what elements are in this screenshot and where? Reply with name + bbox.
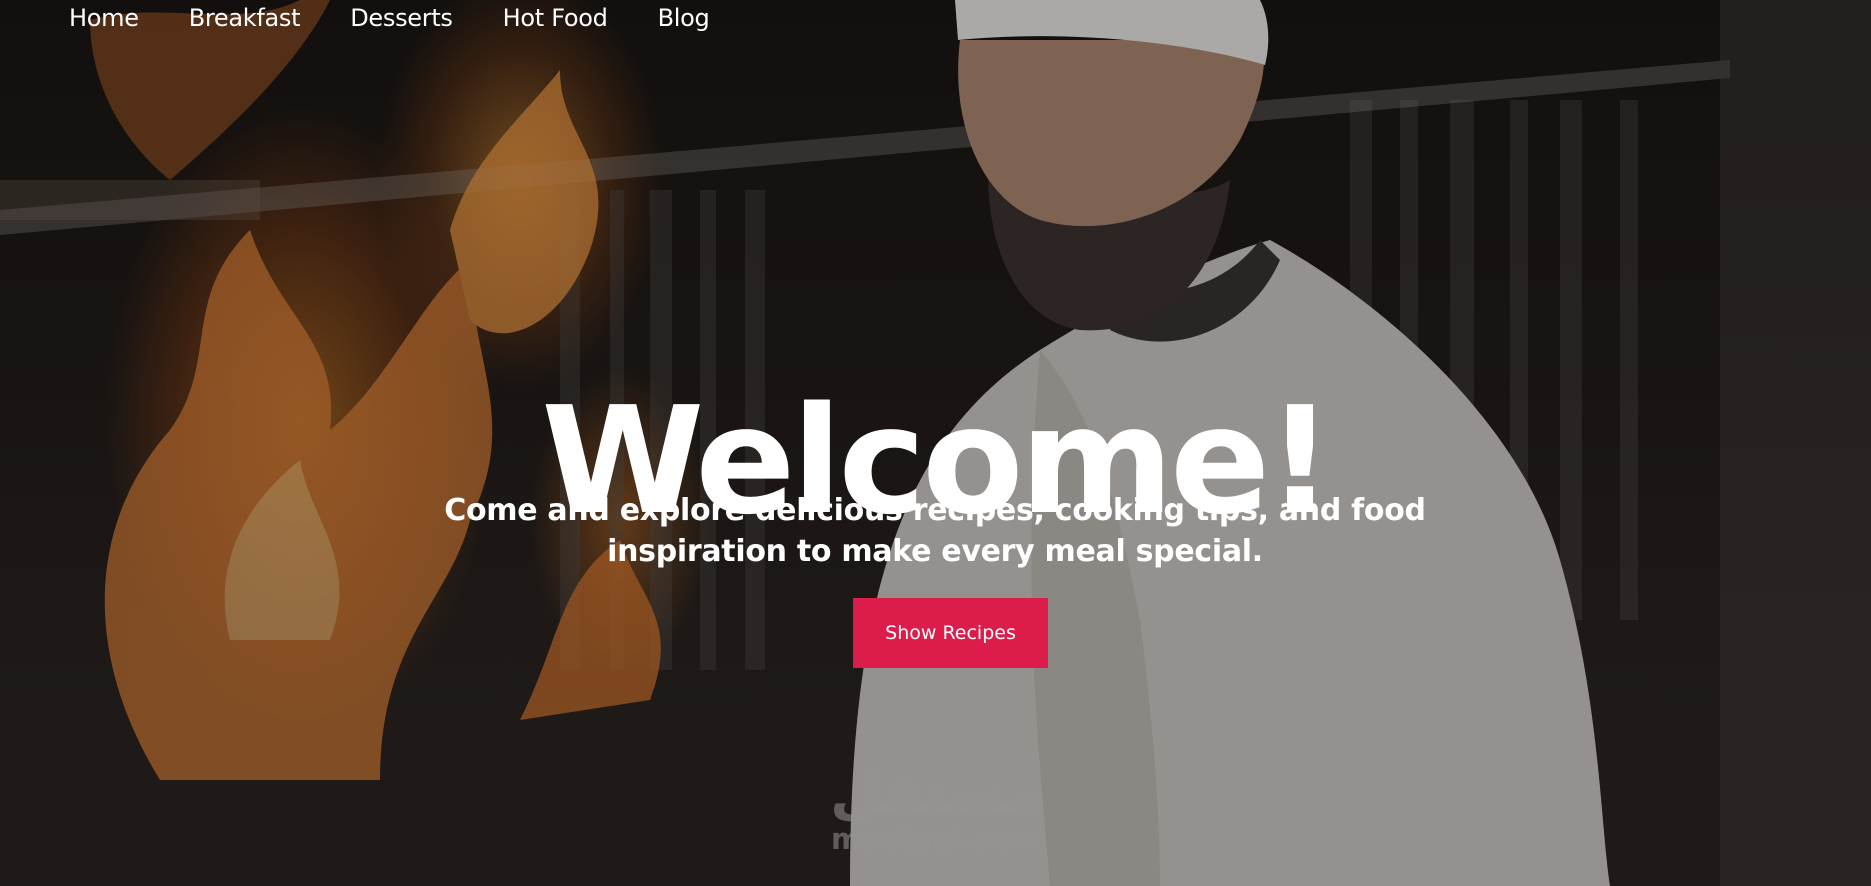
watermark-arabic: مستقل [829,758,1043,826]
show-recipes-button[interactable]: Show Recipes [853,598,1048,668]
nav-blog[interactable]: Blog [658,4,710,32]
nav-breakfast[interactable]: Breakfast [189,4,301,32]
hero-tagline: Come and explore delicious recipes, cook… [435,490,1435,572]
hero-section: Home Breakfast Desserts Hot Food Blog We… [0,0,1871,886]
nav-desserts[interactable]: Desserts [350,4,453,32]
hero-tagline-line1: Come and explore delicious recipes, cook… [444,493,1426,528]
hero-tagline-line2: inspiration to make every meal special. [607,534,1263,569]
main-nav: Home Breakfast Desserts Hot Food Blog [69,0,710,36]
watermark-domain: mostaql.com [831,822,1041,856]
nav-hot-food[interactable]: Hot Food [503,4,608,32]
nav-home[interactable]: Home [69,4,139,32]
watermark-logo: مستقل mostaql.com [820,760,1052,854]
